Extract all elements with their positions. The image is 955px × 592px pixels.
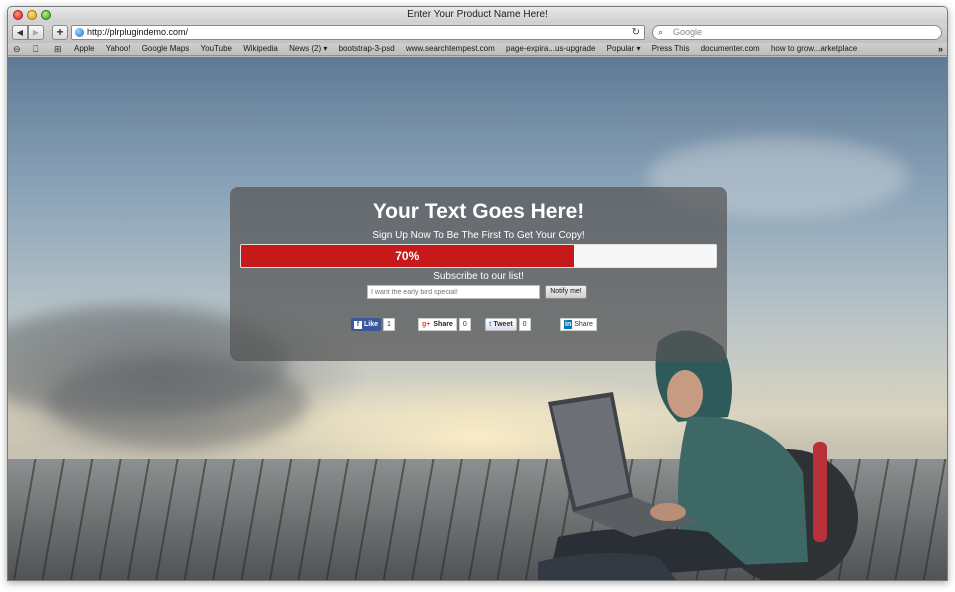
progress-label: 70% [395, 249, 420, 263]
window-title: Enter Your Product Name Here! [407, 9, 548, 20]
add-bookmark-button[interactable]: + [52, 25, 68, 40]
twitter-tweet-count: 0 [518, 318, 531, 331]
back-arrow-icon: ◀ [16, 28, 24, 37]
bookmark-list: Apple Yahoo! Google Maps YouTube Wikiped… [74, 43, 866, 55]
linkedin-icon: in [564, 320, 573, 329]
browser-window: Enter Your Product Name Here! ◀ ▶ + http… [7, 6, 948, 581]
bookmark-youtube[interactable]: YouTube [201, 43, 232, 55]
facebook-like-widget: f Like 1 [351, 318, 401, 331]
book-icon[interactable]: ⎕ [33, 43, 38, 55]
reload-icon[interactable]: ↻ [632, 26, 640, 39]
twitter-tweet-widget: t Tweet 0 [485, 318, 537, 331]
linkedin-share-button[interactable]: in Share [560, 318, 597, 331]
twitter-bird-icon: t [489, 321, 492, 328]
grid-icon[interactable]: ⊞ [54, 43, 62, 55]
browser-toolbar: ◀ ▶ + http://plrplugindemo.com/ ↻ ⌕ Goog… [8, 23, 947, 43]
forward-arrow-icon: ▶ [32, 28, 40, 37]
bookmark-documenter[interactable]: documenter.com [701, 43, 760, 55]
forward-button[interactable]: ▶ [28, 25, 44, 40]
bookmark-bootstrap[interactable]: bootstrap-3-psd [339, 43, 395, 55]
facebook-like-label: Like [364, 321, 379, 328]
bookmark-yahoo[interactable]: Yahoo! [106, 43, 131, 55]
search-placeholder: Google [673, 27, 703, 37]
address-bar[interactable]: http://plrplugindemo.com/ ↻ [71, 25, 645, 40]
back-button[interactable]: ◀ [12, 25, 28, 40]
url-text: http://plrplugindemo.com/ [87, 27, 189, 37]
close-window-button[interactable] [13, 10, 23, 20]
page-viewport: Your Text Goes Here! Sign Up Now To Be T… [8, 57, 947, 580]
bookmark-google-maps[interactable]: Google Maps [142, 43, 190, 55]
bookmark-wikipedia[interactable]: Wikipedia [243, 43, 278, 55]
linkedin-share-widget: in Share [560, 318, 600, 331]
bookmarks-overflow-icon[interactable]: » [938, 43, 943, 55]
promo-subline: Sign Up Now To Be The First To Get Your … [372, 230, 585, 241]
minimize-window-button[interactable] [27, 10, 37, 20]
twitter-tweet-label: Tweet [493, 321, 513, 328]
title-bar: Enter Your Product Name Here! [8, 7, 947, 23]
progress-bar: 70% [240, 244, 717, 268]
bookmarks-bar: ⊖ ⎕ ⊞ Apple Yahoo! Google Maps YouTube W… [8, 43, 947, 56]
bookmark-how-to-grow[interactable]: how to grow...arketplace [771, 43, 857, 55]
bookmark-page-expira[interactable]: page-expira...us-upgrade [506, 43, 595, 55]
google-plus-share-widget: g+ Share 0 [418, 318, 472, 331]
google-plus-share-button[interactable]: g+ Share [418, 318, 457, 331]
plus-icon: + [56, 25, 64, 39]
bookmark-searchtempest[interactable]: www.searchtempest.com [406, 43, 495, 55]
reading-list-icon[interactable]: ⊖ [13, 43, 21, 55]
bookmark-popular[interactable]: Popular ▾ [607, 43, 641, 55]
google-plus-share-count: 0 [458, 318, 471, 331]
search-field[interactable]: ⌕ Google [652, 25, 942, 40]
facebook-like-count: 1 [383, 318, 395, 331]
background-cloud [48, 357, 308, 447]
promo-panel: Your Text Goes Here! Sign Up Now To Be T… [230, 187, 727, 361]
google-plus-share-label: Share [433, 321, 453, 328]
bookmark-news[interactable]: News (2) ▾ [289, 43, 327, 55]
notify-me-button[interactable]: Notify me! [545, 285, 587, 299]
facebook-icon: f [354, 321, 362, 329]
globe-icon [75, 28, 84, 37]
facebook-like-button[interactable]: f Like [351, 318, 382, 331]
subscribe-title: Subscribe to our list! [433, 271, 524, 282]
search-icon: ⌕ [658, 27, 664, 37]
bookmark-apple[interactable]: Apple [74, 43, 94, 55]
twitter-tweet-button[interactable]: t Tweet [485, 318, 517, 331]
bookmark-press-this[interactable]: Press This [652, 43, 690, 55]
email-input[interactable] [367, 285, 540, 299]
linkedin-share-label: Share [574, 321, 593, 328]
zoom-window-button[interactable] [41, 10, 51, 20]
promo-headline: Your Text Goes Here! [372, 200, 585, 223]
google-plus-icon: g+ [422, 321, 431, 328]
